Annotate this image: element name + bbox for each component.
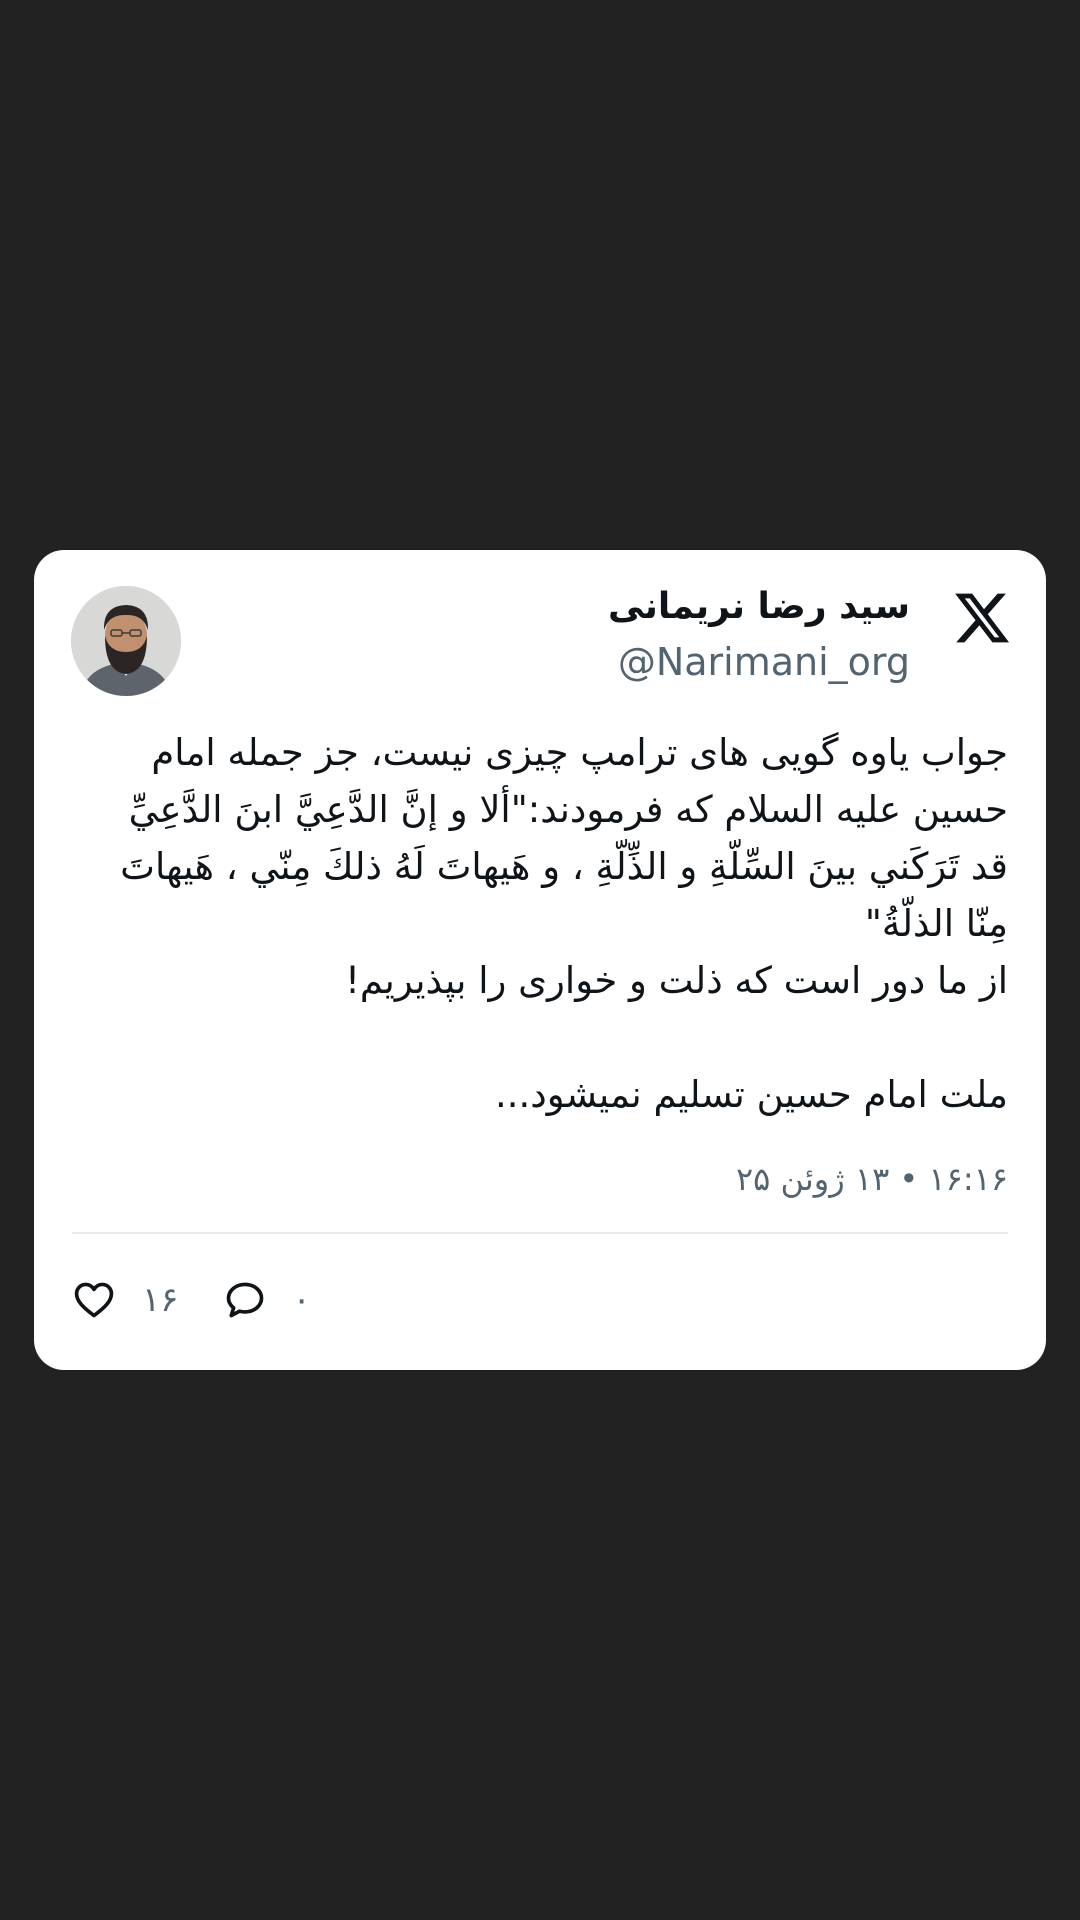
tweet-text-line: ملت امام حسین تسلیم نمیشود...: [494, 1073, 1008, 1116]
tweet-text-line: [94, 1009, 1008, 1066]
like-count: ۱۶: [142, 1280, 179, 1320]
tweet-text-line: حسین علیه السلام که فرمودند:"ألا و إنَّ …: [128, 788, 1008, 831]
tweet-timestamp[interactable]: ۱۶:۱۶ • ۱۳ ژوئن ۲۵: [736, 1160, 1008, 1198]
action-bar: ۱۶ ۰: [72, 1270, 355, 1330]
heart-icon: [74, 1282, 114, 1318]
tweet-text: جواب یاوه گویی های ترامپ چیزی نیست، جز ج…: [94, 724, 1008, 1123]
x-logo-icon[interactable]: [952, 588, 1012, 648]
avatar[interactable]: [71, 586, 181, 696]
reply-count: ۰: [292, 1280, 311, 1320]
tweet-text-line: جواب یاوه گویی های ترامپ چیزی نیست، جز ج…: [151, 731, 1008, 774]
tweet-card: سید رضا نریمانی @Narimani_org جواب یاوه …: [34, 550, 1046, 1370]
author-name[interactable]: سید رضا نریمانی: [608, 580, 910, 634]
like-button[interactable]: ۱۶: [72, 1278, 179, 1322]
author-handle[interactable]: @Narimani_org: [608, 634, 910, 690]
tweet-text-line: از ما دور است که ذلت و خواری را بپذیریم!: [345, 959, 1008, 1002]
reply-button[interactable]: ۰: [223, 1278, 311, 1322]
comment-icon: [226, 1282, 263, 1318]
author-info: سید رضا نریمانی @Narimani_org: [608, 580, 910, 690]
divider: [72, 1232, 1008, 1234]
tweet-text-line: قد تَرَكَني بينَ السِّلّةِ و الذِّلّةِ ،…: [120, 845, 1008, 888]
tweet-text-line: مِنّا الذلّةُ": [864, 902, 1008, 945]
